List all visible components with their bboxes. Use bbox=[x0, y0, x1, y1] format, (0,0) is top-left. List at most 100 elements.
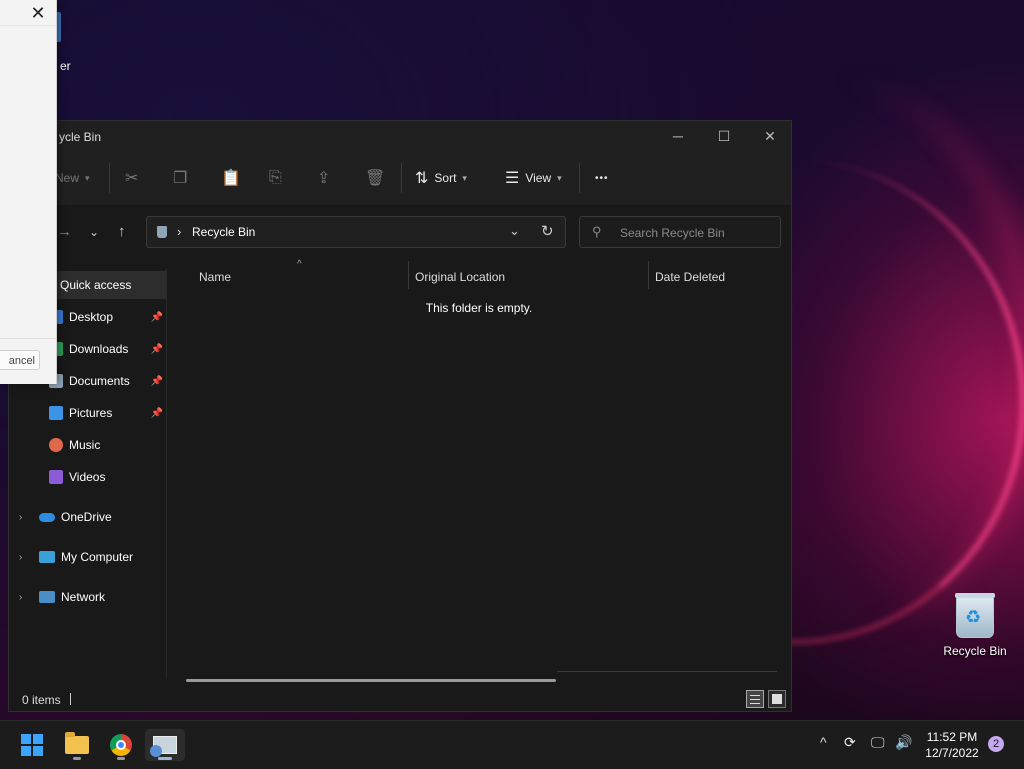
start-button[interactable] bbox=[12, 729, 52, 761]
address-dropdown-button[interactable]: ⌄ bbox=[509, 223, 520, 239]
title-bar[interactable]: ycle Bin ─ ☐ ✕ bbox=[9, 121, 791, 151]
sidebar-item-label: Quick access bbox=[60, 278, 132, 292]
sidebar-item-label: Documents bbox=[69, 374, 130, 388]
paste-icon: 📋 bbox=[221, 170, 241, 187]
sync-icon[interactable]: ⟳ bbox=[844, 734, 856, 751]
forward-button[interactable]: → bbox=[57, 223, 72, 240]
taskbar-chrome[interactable] bbox=[101, 729, 141, 761]
chevron-down-icon: ▾ bbox=[557, 172, 562, 183]
view-button[interactable]: ☰ View ▾ bbox=[505, 165, 562, 191]
rename-button[interactable]: ⎘ bbox=[269, 165, 282, 191]
file-list: ^ Name Original Location Date Deleted Th… bbox=[167, 259, 791, 679]
chevron-right-icon[interactable]: › bbox=[19, 552, 22, 563]
search-input[interactable] bbox=[618, 223, 772, 243]
computer-icon bbox=[39, 551, 55, 563]
chevron-right-icon[interactable]: › bbox=[19, 592, 22, 603]
breadcrumb-chevron-icon: › bbox=[177, 224, 182, 239]
sidebar-item-label: Network bbox=[61, 590, 106, 604]
item-count: 0 items bbox=[22, 693, 61, 707]
sort-label: Sort bbox=[434, 171, 457, 185]
volume-icon[interactable]: 🔊 bbox=[895, 734, 912, 751]
new-button[interactable]: New ▾ bbox=[55, 165, 90, 191]
copy-icon: ❐ bbox=[173, 170, 188, 187]
taskbar: ^ ⟳ 🖵 🔊 11:52 PM 12/7/2022 2 bbox=[0, 720, 1024, 769]
maximize-button[interactable]: ☐ bbox=[701, 121, 747, 151]
view-icon: ☰ bbox=[505, 170, 520, 187]
column-header-original-location[interactable]: Original Location bbox=[415, 265, 645, 289]
desktop-recycle-bin-label: Recycle Bin bbox=[943, 644, 1007, 658]
music-folder-icon bbox=[49, 438, 63, 452]
pin-icon: 📌 bbox=[150, 343, 163, 355]
taskbar-file-explorer[interactable] bbox=[57, 729, 97, 761]
dialog-close-button[interactable]: ✕ bbox=[20, 0, 56, 26]
windows-logo-icon bbox=[21, 734, 43, 756]
pictures-folder-icon bbox=[49, 406, 63, 420]
sidebar-item-label: Videos bbox=[69, 470, 106, 484]
sort-button[interactable]: ⇅ Sort ▾ bbox=[415, 165, 467, 191]
sort-icon: ⇅ bbox=[415, 170, 429, 187]
horizontal-scrollbar[interactable] bbox=[186, 679, 556, 682]
taskbar-control-panel[interactable] bbox=[145, 729, 185, 761]
network-icon bbox=[39, 591, 55, 603]
cut-button[interactable]: ✂ bbox=[125, 165, 138, 191]
desktop-recycle-bin[interactable]: ♻ Recycle Bin bbox=[940, 593, 1010, 658]
window-title: ycle Bin bbox=[59, 130, 102, 144]
minimize-button[interactable]: ─ bbox=[655, 121, 701, 151]
new-label: New bbox=[55, 171, 80, 185]
status-divider bbox=[70, 693, 71, 705]
close-button[interactable]: ✕ bbox=[747, 121, 791, 151]
sidebar-item-music[interactable]: Music bbox=[9, 431, 167, 459]
running-indicator bbox=[117, 757, 125, 760]
sidebar-item-videos[interactable]: Videos bbox=[9, 463, 167, 491]
pin-icon: 📌 bbox=[150, 375, 163, 387]
empty-folder-message: This folder is empty. bbox=[425, 301, 533, 315]
dialog-footer-divider bbox=[0, 338, 56, 339]
delete-button[interactable]: 🗑 bbox=[365, 165, 385, 191]
sidebar-item-onedrive[interactable]: › OneDrive bbox=[9, 503, 167, 531]
delete-icon: 🗑 bbox=[365, 170, 386, 187]
copy-button[interactable]: ❐ bbox=[173, 165, 187, 191]
search-box[interactable]: ⚲ bbox=[579, 216, 781, 248]
chevron-right-icon[interactable]: › bbox=[19, 512, 22, 523]
column-header-name[interactable]: Name bbox=[199, 265, 404, 289]
sidebar-item-label: Pictures bbox=[69, 406, 113, 420]
large-icons-view-button[interactable] bbox=[768, 690, 786, 708]
toolbar-divider bbox=[401, 163, 402, 193]
navigation-row: → ⌄ ↑ › Recycle Bin ⌄ ↻ ⚲ bbox=[9, 205, 791, 259]
sidebar-item-label: Desktop bbox=[69, 310, 114, 324]
toolbar-divider bbox=[109, 163, 110, 193]
sidebar-item-label: Downloads bbox=[69, 342, 129, 356]
chrome-icon bbox=[110, 734, 132, 756]
pin-icon: 📌 bbox=[150, 407, 163, 419]
scrollbar-track bbox=[557, 671, 777, 672]
sidebar-item-network[interactable]: › Network bbox=[9, 583, 167, 611]
cancel-button[interactable]: ancel bbox=[0, 350, 40, 370]
recycle-bin-icon: ♻ bbox=[955, 593, 995, 638]
sidebar-item-my-computer[interactable]: › My Computer bbox=[9, 543, 167, 571]
running-indicator bbox=[73, 757, 81, 760]
details-view-button[interactable] bbox=[746, 690, 764, 708]
sidebar-item-pictures[interactable]: Pictures 📌 bbox=[9, 399, 167, 427]
clock[interactable]: 11:52 PM 12/7/2022 bbox=[920, 729, 984, 761]
more-options-button[interactable]: ••• bbox=[595, 165, 609, 191]
address-bar[interactable]: › Recycle Bin ⌄ ↻ bbox=[146, 216, 566, 248]
more-icon: ••• bbox=[595, 172, 609, 184]
folder-icon bbox=[65, 732, 89, 754]
show-hidden-icons-button[interactable]: ^ bbox=[820, 734, 827, 750]
chevron-down-icon: ▾ bbox=[85, 172, 90, 183]
refresh-button[interactable]: ↻ bbox=[541, 222, 554, 240]
network-status-icon[interactable]: 🖵 bbox=[871, 734, 885, 751]
command-bar: New ▾ ✂ ❐ 📋 ⎘ ⇪ 🗑 ⇅ Sort ▾ ☰ View ▾ ••• bbox=[9, 151, 791, 206]
column-header-date-deleted[interactable]: Date Deleted bbox=[655, 265, 785, 289]
up-button[interactable]: ↑ bbox=[118, 223, 126, 240]
column-divider[interactable] bbox=[648, 261, 649, 289]
sidebar-item-label: OneDrive bbox=[61, 510, 112, 524]
notification-badge[interactable]: 2 bbox=[988, 736, 1004, 752]
rename-icon: ⎘ bbox=[269, 169, 282, 186]
paste-button[interactable]: 📋 bbox=[221, 165, 241, 191]
breadcrumb-recycle-bin[interactable]: Recycle Bin bbox=[192, 225, 255, 239]
column-divider[interactable] bbox=[408, 261, 409, 289]
share-button[interactable]: ⇪ bbox=[317, 165, 330, 191]
file-explorer-window: ycle Bin ─ ☐ ✕ New ▾ ✂ ❐ 📋 ⎘ ⇪ 🗑 ⇅ Sort … bbox=[8, 120, 792, 712]
recent-locations-button[interactable]: ⌄ bbox=[89, 225, 99, 239]
